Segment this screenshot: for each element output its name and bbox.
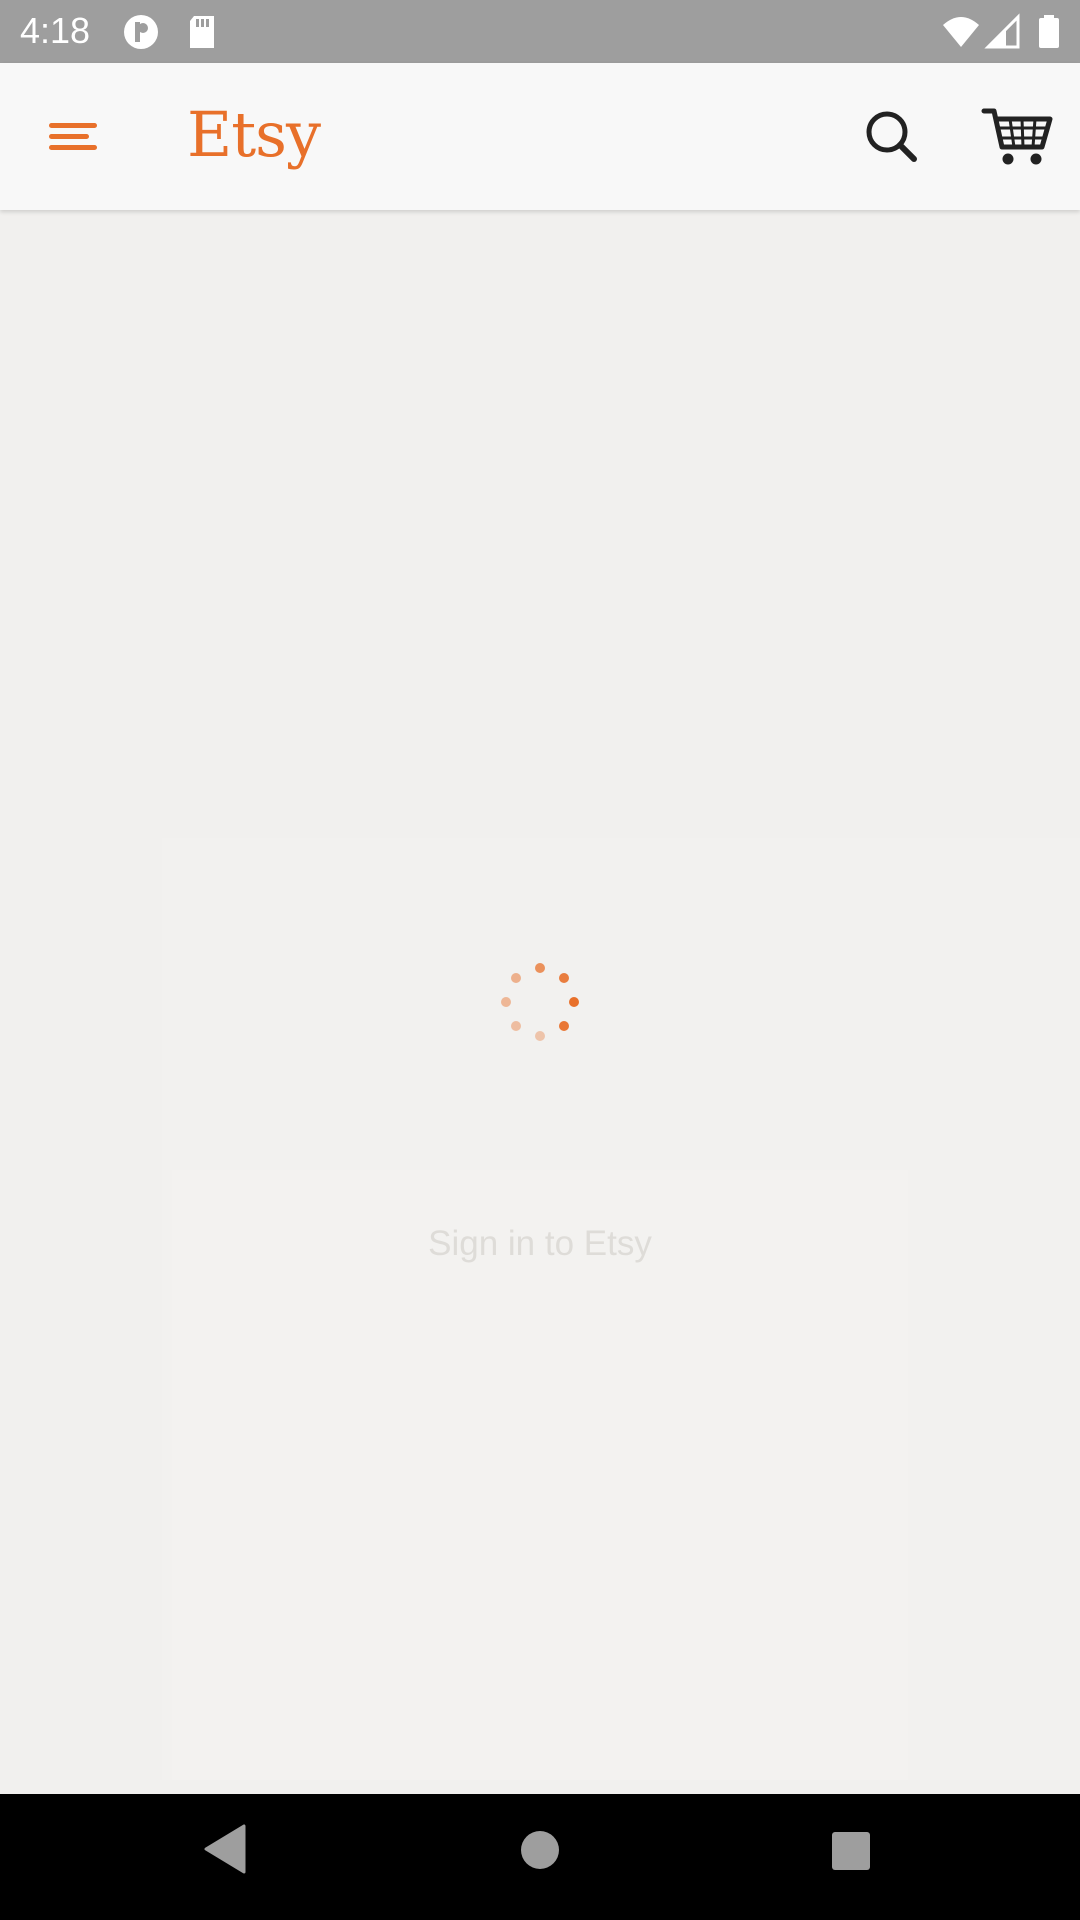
signin-title: Sign in to Etsy (428, 1224, 652, 1263)
system-nav-bar (0, 1794, 1080, 1920)
cart-icon[interactable] (980, 101, 1056, 173)
app-bar: Etsy (0, 63, 1080, 210)
etsy-logo[interactable]: Etsy (187, 99, 321, 171)
battery-icon (1039, 15, 1059, 48)
loading-spinner-icon (501, 963, 579, 1041)
back-icon[interactable] (204, 1824, 248, 1874)
circle-logo-icon (124, 15, 158, 49)
search-icon[interactable] (858, 103, 926, 171)
wifi-icon (943, 17, 979, 47)
signal-icon (984, 13, 1020, 49)
screen: 4:18 Etsy Sign in to Etsy (0, 0, 1080, 1920)
recents-icon[interactable] (832, 1832, 870, 1870)
sd-card-icon (190, 16, 214, 48)
home-icon[interactable] (521, 1831, 559, 1869)
menu-icon[interactable] (35, 101, 111, 171)
status-time: 4:18 (20, 10, 91, 51)
status-bar: 4:18 (0, 0, 1080, 63)
